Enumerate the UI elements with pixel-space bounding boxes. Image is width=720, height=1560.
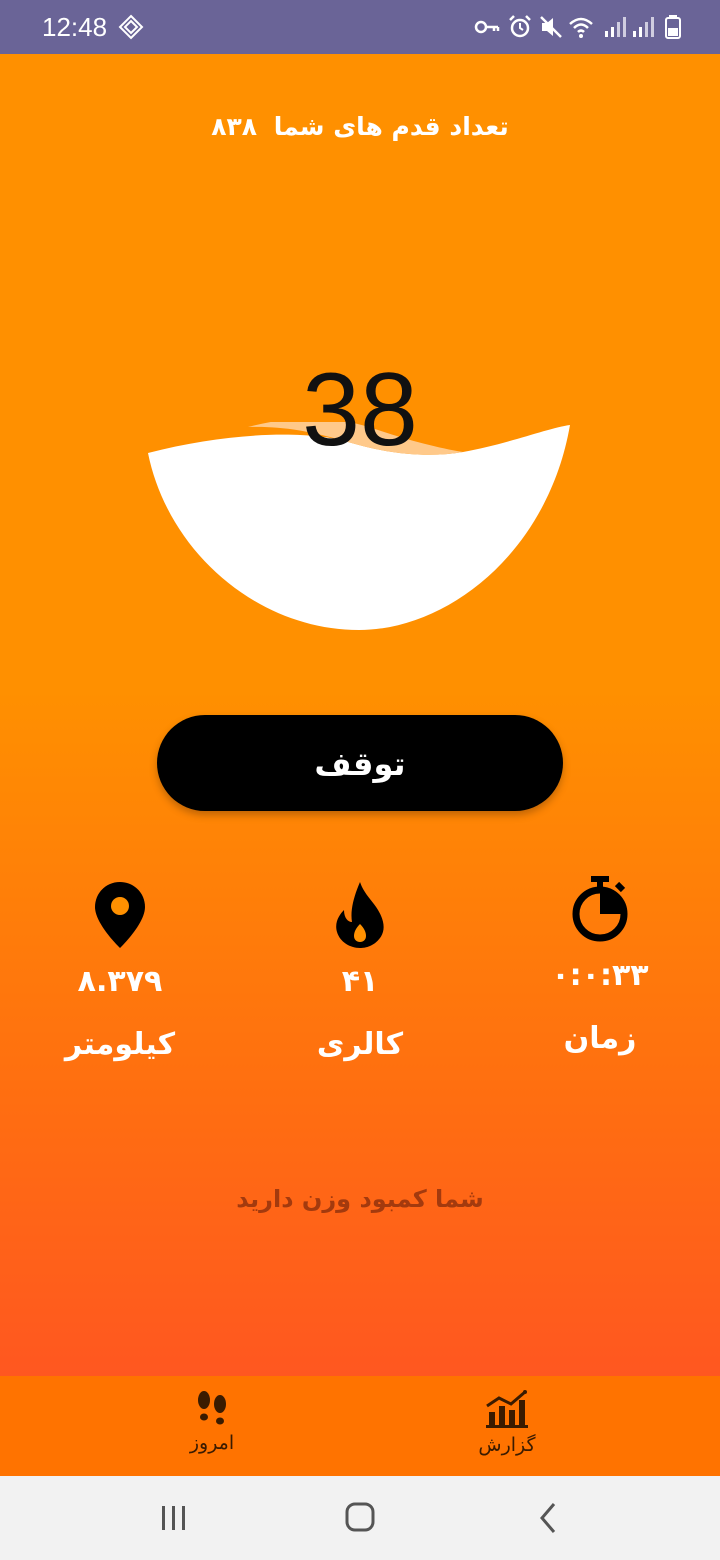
key-icon	[474, 20, 500, 34]
time-value: ۰:۰:۳۳	[551, 958, 649, 993]
recent-apps-icon[interactable]	[154, 1500, 194, 1536]
nav-item-today[interactable]: امروز	[132, 1390, 292, 1454]
wifi-icon	[569, 17, 593, 38]
stopwatch-icon	[572, 876, 628, 942]
battery-icon	[665, 15, 681, 39]
nav-item-report[interactable]: گزارش	[427, 1390, 587, 1456]
weight-status-message: شما کمبود وزن دارید	[236, 1185, 484, 1213]
system-nav-bar	[0, 1476, 720, 1560]
signal-icon	[633, 17, 654, 37]
distance-label: کیلومتر	[64, 1027, 176, 1062]
flame-icon	[336, 882, 384, 948]
footsteps-icon	[198, 1391, 226, 1425]
stop-button[interactable]: توقف	[157, 715, 563, 811]
nav-label-report: گزارش	[478, 1434, 536, 1456]
bottom-nav: امروز گزارش	[0, 1376, 720, 1476]
current-step-count: 38	[302, 352, 418, 468]
stat-calories: ۴۱ کالری	[260, 880, 460, 1062]
main-content: تعداد قدم های شما ۸۳۸ 38 توقف ۸.۳۷۹ کیلو…	[0, 54, 720, 1376]
bar-chart-icon	[486, 1390, 528, 1428]
step-count-header: تعداد قدم های شما ۸۳۸	[0, 112, 720, 141]
nav-label-today: امروز	[189, 1432, 235, 1454]
total-steps-value: ۸۳۸	[211, 112, 258, 141]
status-bar: 12:48	[0, 0, 720, 54]
mute-icon	[540, 16, 562, 38]
status-time: 12:48	[42, 12, 108, 42]
stat-distance: ۸.۳۷۹ کیلومتر	[20, 880, 220, 1062]
home-icon[interactable]	[340, 1500, 380, 1536]
location-diamond-icon	[118, 14, 144, 40]
alarm-icon	[509, 15, 531, 38]
calories-value: ۴۱	[341, 964, 379, 999]
step-count-title: تعداد قدم های شما	[273, 112, 509, 141]
time-label: زمان	[563, 1021, 637, 1056]
signal-icon	[605, 17, 626, 37]
distance-value: ۸.۳۷۹	[77, 964, 163, 999]
back-icon[interactable]	[528, 1500, 568, 1536]
calories-label: کالری	[316, 1027, 404, 1062]
map-pin-icon	[95, 882, 145, 948]
stat-time: ۰:۰:۳۳ زمان	[500, 874, 700, 1056]
